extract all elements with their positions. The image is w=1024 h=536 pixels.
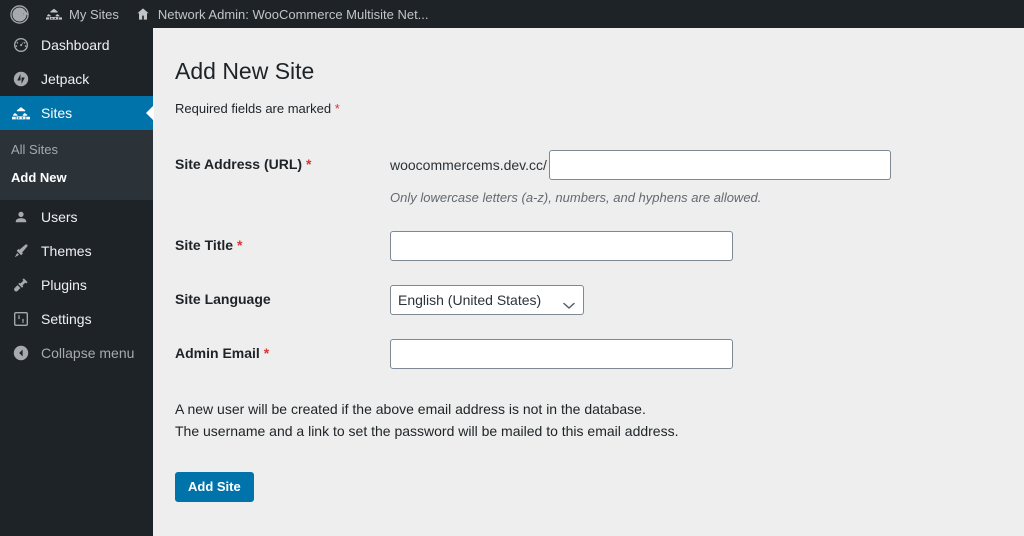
- submit-area: Add Site: [175, 472, 1024, 503]
- sidebar-item-collapse-menu[interactable]: Collapse menu: [0, 336, 153, 370]
- form-row-site-address: Site Address (URL) * woocommercems.dev.c…: [175, 138, 920, 219]
- form-notes: A new user will be created if the above …: [175, 399, 1024, 442]
- label-site-address: Site Address (URL) *: [175, 138, 390, 219]
- site-title-input[interactable]: [390, 231, 733, 262]
- sidebar-item-sites[interactable]: Sites: [0, 96, 154, 130]
- sidebar-subitem-add-new[interactable]: Add New: [0, 164, 153, 192]
- site-address-field-row: woocommercems.dev.cc/: [390, 149, 910, 180]
- page-title: Add New Site: [175, 58, 315, 84]
- site-address-description: Only lowercase letters (a-z), numbers, a…: [390, 189, 762, 205]
- site-language-select[interactable]: English (United States): [390, 285, 584, 316]
- sites-buildings-icon: [11, 103, 31, 123]
- label-site-language: Site Language: [175, 273, 390, 327]
- plugins-plug-icon: [11, 275, 31, 295]
- sidebar-item-label-collapse-menu: Collapse menu: [41, 345, 135, 361]
- label-site-title-text: Site Title: [175, 237, 234, 254]
- sidebar-item-label-sites: Sites: [41, 105, 73, 121]
- users-icon: [11, 207, 31, 227]
- sidebar-item-label-users: Users: [41, 209, 78, 225]
- sidebar-item-label-dashboard: Dashboard: [41, 37, 110, 53]
- required-fields-text: Required fields are marked: [175, 100, 332, 116]
- sidebar-item-label-jetpack: Jetpack: [41, 71, 90, 87]
- main-content: Add New Site Required fields are marked …: [153, 28, 1024, 536]
- required-marker-site-title: *: [236, 237, 243, 254]
- admin-bar-my-sites-label: My Sites: [69, 6, 119, 22]
- sidebar-item-plugins[interactable]: Plugins: [0, 268, 153, 302]
- site-address-input[interactable]: [548, 149, 891, 180]
- site-language-select-wrap: English (United States): [390, 285, 584, 316]
- form-note-line-1: A new user will be created if the above …: [175, 401, 646, 418]
- wordpress-logo-button[interactable]: [0, 0, 38, 28]
- required-marker: *: [334, 100, 340, 116]
- form-row-site-language: Site Language English (United States): [175, 273, 920, 327]
- site-address-domain-prefix: woocommercems.dev.cc/: [390, 156, 547, 173]
- admin-bar-item-network-admin[interactable]: Network Admin: WooCommerce Multisite Net…: [127, 0, 437, 28]
- form-note-line-2: The username and a link to set the passw…: [175, 422, 679, 439]
- admin-bar-item-my-sites[interactable]: My Sites: [38, 0, 127, 28]
- settings-sliders-icon: [11, 309, 31, 329]
- add-site-form: Site Address (URL) * woocommercems.dev.c…: [175, 138, 920, 381]
- label-site-language-text: Site Language: [175, 291, 271, 308]
- sidebar-item-users[interactable]: Users: [0, 200, 153, 234]
- sidebar-item-label-settings: Settings: [41, 311, 92, 327]
- form-row-admin-email: Admin Email *: [175, 327, 920, 381]
- sidebar-item-themes[interactable]: Themes: [0, 234, 153, 268]
- required-marker-admin-email: *: [263, 345, 270, 362]
- sidebar-item-dashboard[interactable]: Dashboard: [0, 28, 153, 62]
- admin-sidebar: Dashboard Jetpack Sites All Sites Add Ne…: [0, 28, 154, 536]
- label-admin-email: Admin Email *: [175, 327, 390, 381]
- jetpack-icon: [11, 69, 31, 89]
- collapse-arrow-icon: [11, 343, 31, 363]
- sidebar-item-label-plugins: Plugins: [41, 277, 87, 293]
- admin-bar: My Sites Network Admin: WooCommerce Mult…: [0, 0, 1024, 28]
- sidebar-submenu-sites: All Sites Add New: [0, 130, 153, 200]
- my-sites-icon: [46, 6, 62, 22]
- sidebar-item-jetpack[interactable]: Jetpack: [0, 62, 153, 96]
- admin-bar-network-admin-label: Network Admin: WooCommerce Multisite Net…: [157, 6, 429, 22]
- network-home-icon: [135, 6, 151, 22]
- admin-email-input[interactable]: [390, 339, 733, 370]
- form-row-site-title: Site Title *: [175, 219, 920, 273]
- required-fields-note: Required fields are marked *: [175, 101, 1024, 116]
- themes-brush-icon: [11, 241, 31, 261]
- label-site-address-text: Site Address (URL): [175, 155, 303, 172]
- sidebar-item-settings[interactable]: Settings: [0, 302, 153, 336]
- label-admin-email-text: Admin Email: [175, 345, 260, 362]
- sidebar-subitem-all-sites[interactable]: All Sites: [0, 136, 153, 164]
- required-marker-site-address: *: [305, 155, 312, 172]
- label-site-title: Site Title *: [175, 219, 390, 273]
- add-site-button[interactable]: Add Site: [175, 472, 254, 503]
- sidebar-item-label-themes: Themes: [41, 243, 92, 259]
- dashboard-gauge-icon: [11, 35, 31, 55]
- wordpress-logo-icon: [10, 4, 29, 24]
